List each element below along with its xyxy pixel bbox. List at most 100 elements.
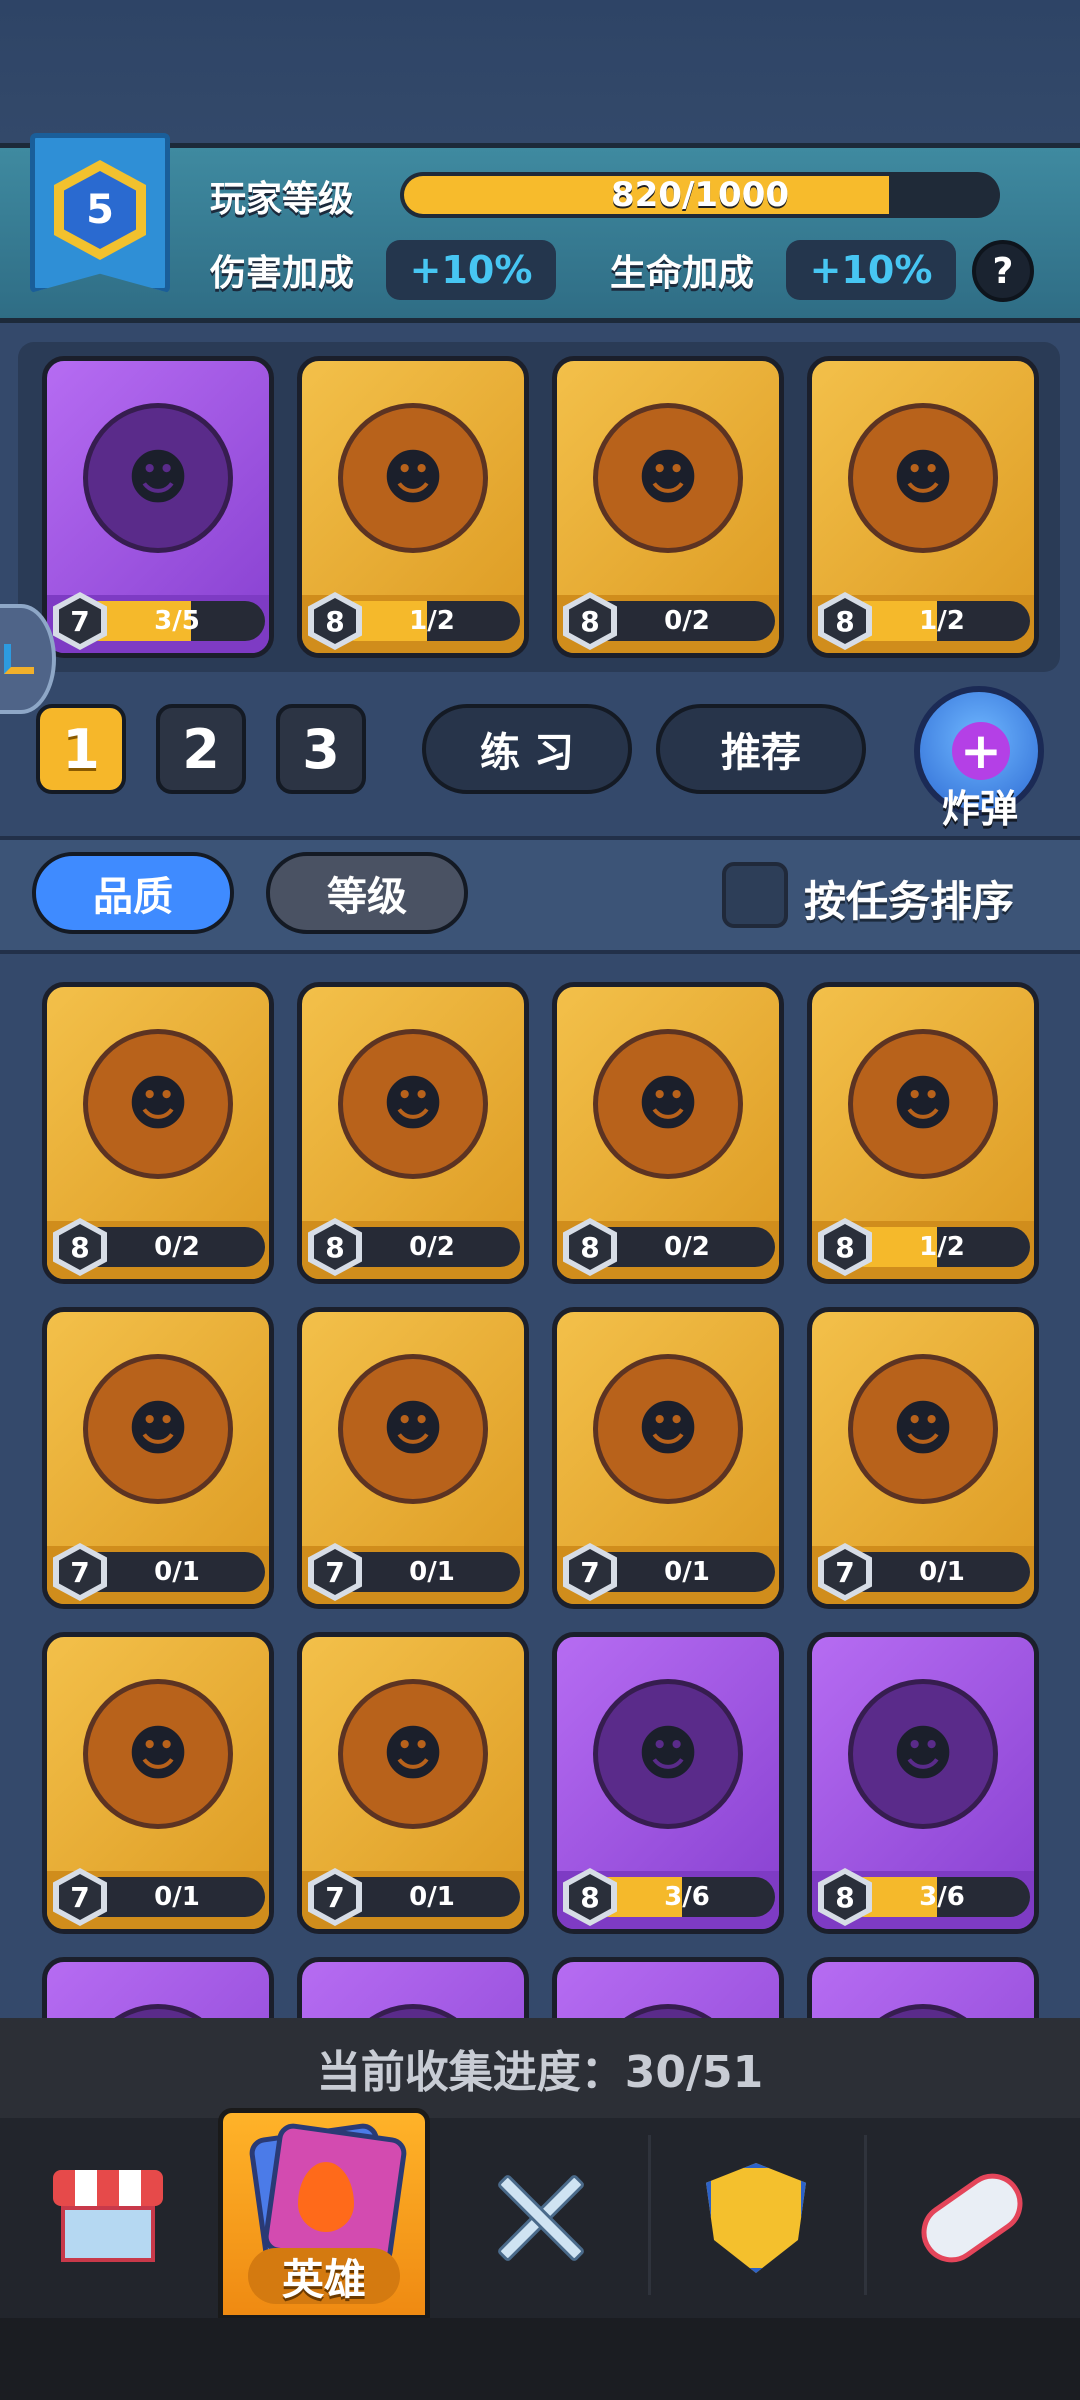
plus-icon: + [952, 722, 1010, 780]
hero-card[interactable]: ☻ 0/1 7 [807, 1307, 1039, 1609]
bomb-label: 炸弹 [941, 787, 1018, 831]
team-slot-1[interactable]: 1 [36, 704, 126, 794]
hero-portrait: ☻ [47, 1312, 269, 1546]
hero-portrait: ☻ [47, 361, 269, 595]
hero-card[interactable]: ☻ [807, 1957, 1039, 2018]
team-slot-2[interactable]: 2 [156, 704, 246, 794]
collection-progress: 当前收集进度：30/51 [0, 2018, 1080, 2118]
hero-card[interactable]: ☻ 3/6 8 [552, 1632, 784, 1934]
shadow-beast-icon: ☻ [848, 1028, 998, 1179]
hero-card[interactable]: ☻ 0/2 8 [42, 982, 274, 1284]
team-slot-3[interactable]: 3 [276, 704, 366, 794]
hero-card[interactable]: ☻ 0/1 7 [42, 1307, 274, 1609]
hero-level: 8 [569, 1224, 611, 1270]
hero-portrait: ☻ [557, 361, 779, 595]
nav-shop[interactable] [0, 2118, 216, 2318]
dragon-icon: ☻ [338, 402, 488, 553]
hero-card[interactable]: ☻ 0/1 7 [297, 1632, 529, 1934]
hero-portrait: ☻ [47, 1962, 269, 2018]
hero-level: 8 [824, 1874, 866, 1920]
player-level-label: 玩家等级 [210, 179, 355, 220]
xp-progress-bar: 820/1000 [400, 172, 1000, 218]
hero-card[interactable]: ☻ 0/2 8 [552, 982, 784, 1284]
hero-portrait: ☻ [302, 1312, 524, 1546]
hero-card[interactable]: ☻ [552, 1957, 784, 2018]
rocket-icon [909, 2161, 1035, 2275]
hero-level: 7 [569, 1549, 611, 1595]
hero-card[interactable]: ☻ 0/1 7 [552, 1307, 784, 1609]
cat-mage-icon: ☻ [593, 1028, 743, 1179]
vampire-girl-icon: ☻ [593, 1353, 743, 1504]
hero-icon: ☻ [848, 2003, 998, 2018]
sort-by-task-label: 按任务排序 [804, 877, 1015, 926]
hero-grid: ☻ 0/2 8 ☻ 0/2 8 ☻ 0/2 8 ☻ 1/2 8 ☻ 0/1 7 ☻ 0/1 7 ☻ 0/1 7 ☻ 0/1 7… [0, 958, 1080, 2018]
nav-battle[interactable] [432, 2118, 648, 2318]
spider-icon: ☻ [338, 1028, 488, 1179]
system-nav-area [0, 2318, 1080, 2400]
crossed-swords-icon [485, 2163, 595, 2273]
nav-heroes-label: 英雄 [248, 2248, 400, 2304]
hero-portrait: ☻ [302, 361, 524, 595]
hp-bonus-value: +10% [786, 240, 956, 300]
xp-text: 820/1000 [610, 175, 790, 215]
hero-card[interactable]: ☻ 0/1 7 [297, 1307, 529, 1609]
tribal-girl-icon: ☻ [83, 1353, 233, 1504]
hero-portrait: ☻ [47, 987, 269, 1221]
hero-portrait: ☻ [302, 987, 524, 1221]
fox-mask-girl-icon: ☻ [848, 402, 998, 553]
hero-card[interactable]: ☻ 0/2 8 [552, 356, 784, 658]
hero-card[interactable]: ☻ 1/2 8 [807, 982, 1039, 1284]
sort-level-button[interactable]: 等级 [266, 852, 468, 934]
practice-button[interactable]: 练 习 [422, 704, 632, 794]
damage-bonus-value: +10% [386, 240, 556, 300]
hero-card[interactable]: ☻ 3/6 8 [807, 1632, 1039, 1934]
hero-portrait: ☻ [812, 987, 1034, 1221]
hero-card[interactable]: ☻ 0/2 8 [297, 982, 529, 1284]
damage-bonus-label: 伤害加成 [210, 253, 355, 294]
hero-card[interactable]: ☻ [297, 1957, 529, 2018]
hero-portrait: ☻ [557, 987, 779, 1221]
hero-level: 8 [59, 1224, 101, 1270]
hero-level: 8 [824, 598, 866, 644]
recommend-button[interactable]: 推荐 [656, 704, 866, 794]
hero-portrait: ☻ [302, 1637, 524, 1871]
hp-bonus-label: 生命加成 [610, 253, 755, 294]
hero-icon: ☻ [83, 2003, 233, 2018]
hero-level: 7 [314, 1549, 356, 1595]
hero-level: 8 [569, 1874, 611, 1920]
sort-by-task-checkbox[interactable] [722, 862, 788, 928]
hero-portrait: ☻ [812, 361, 1034, 595]
hero-card[interactable]: ☻ 1/2 8 [297, 356, 529, 658]
hero-portrait: ☻ [557, 1637, 779, 1871]
hero-card[interactable]: ☻ 3/5 7 [42, 356, 274, 658]
top-background [0, 0, 1080, 140]
hero-level: 8 [569, 598, 611, 644]
hero-portrait: ☻ [557, 1312, 779, 1546]
knight-icon: ☻ [83, 1678, 233, 1829]
hero-level: 8 [314, 598, 356, 644]
hero-level: 8 [824, 1224, 866, 1270]
flower-dryad-icon: ☻ [593, 1678, 743, 1829]
guild-shield-icon [706, 2163, 806, 2273]
hero-portrait: ☻ [47, 1637, 269, 1871]
hero-level: 7 [824, 1549, 866, 1595]
nav-guild[interactable] [648, 2118, 864, 2318]
hero-level: 7 [59, 1549, 101, 1595]
hero-portrait: ☻ [812, 1637, 1034, 1871]
hero-card[interactable]: ☻ 1/2 8 [807, 356, 1039, 658]
hero-portrait: ☻ [302, 1962, 524, 2018]
sort-quality-button[interactable]: 品质 [32, 852, 234, 934]
water-slime-icon: ☻ [848, 1678, 998, 1829]
old-dwarf-icon: ☻ [83, 1028, 233, 1179]
hero-card[interactable]: ☻ [42, 1957, 274, 2018]
hero-level: 7 [314, 1874, 356, 1920]
hero-portrait: ☻ [557, 1962, 779, 2018]
hero-card[interactable]: ☻ 0/1 7 [42, 1632, 274, 1934]
nav-event[interactable] [864, 2118, 1080, 2318]
hero-level: 8 [314, 1224, 356, 1270]
shop-icon [53, 2170, 163, 2266]
hero-portrait: ☻ [812, 1312, 1034, 1546]
masked-warrior-icon: ☻ [848, 1353, 998, 1504]
rooster-boxer-icon: ☻ [338, 1678, 488, 1829]
help-button[interactable]: ? [972, 240, 1034, 302]
